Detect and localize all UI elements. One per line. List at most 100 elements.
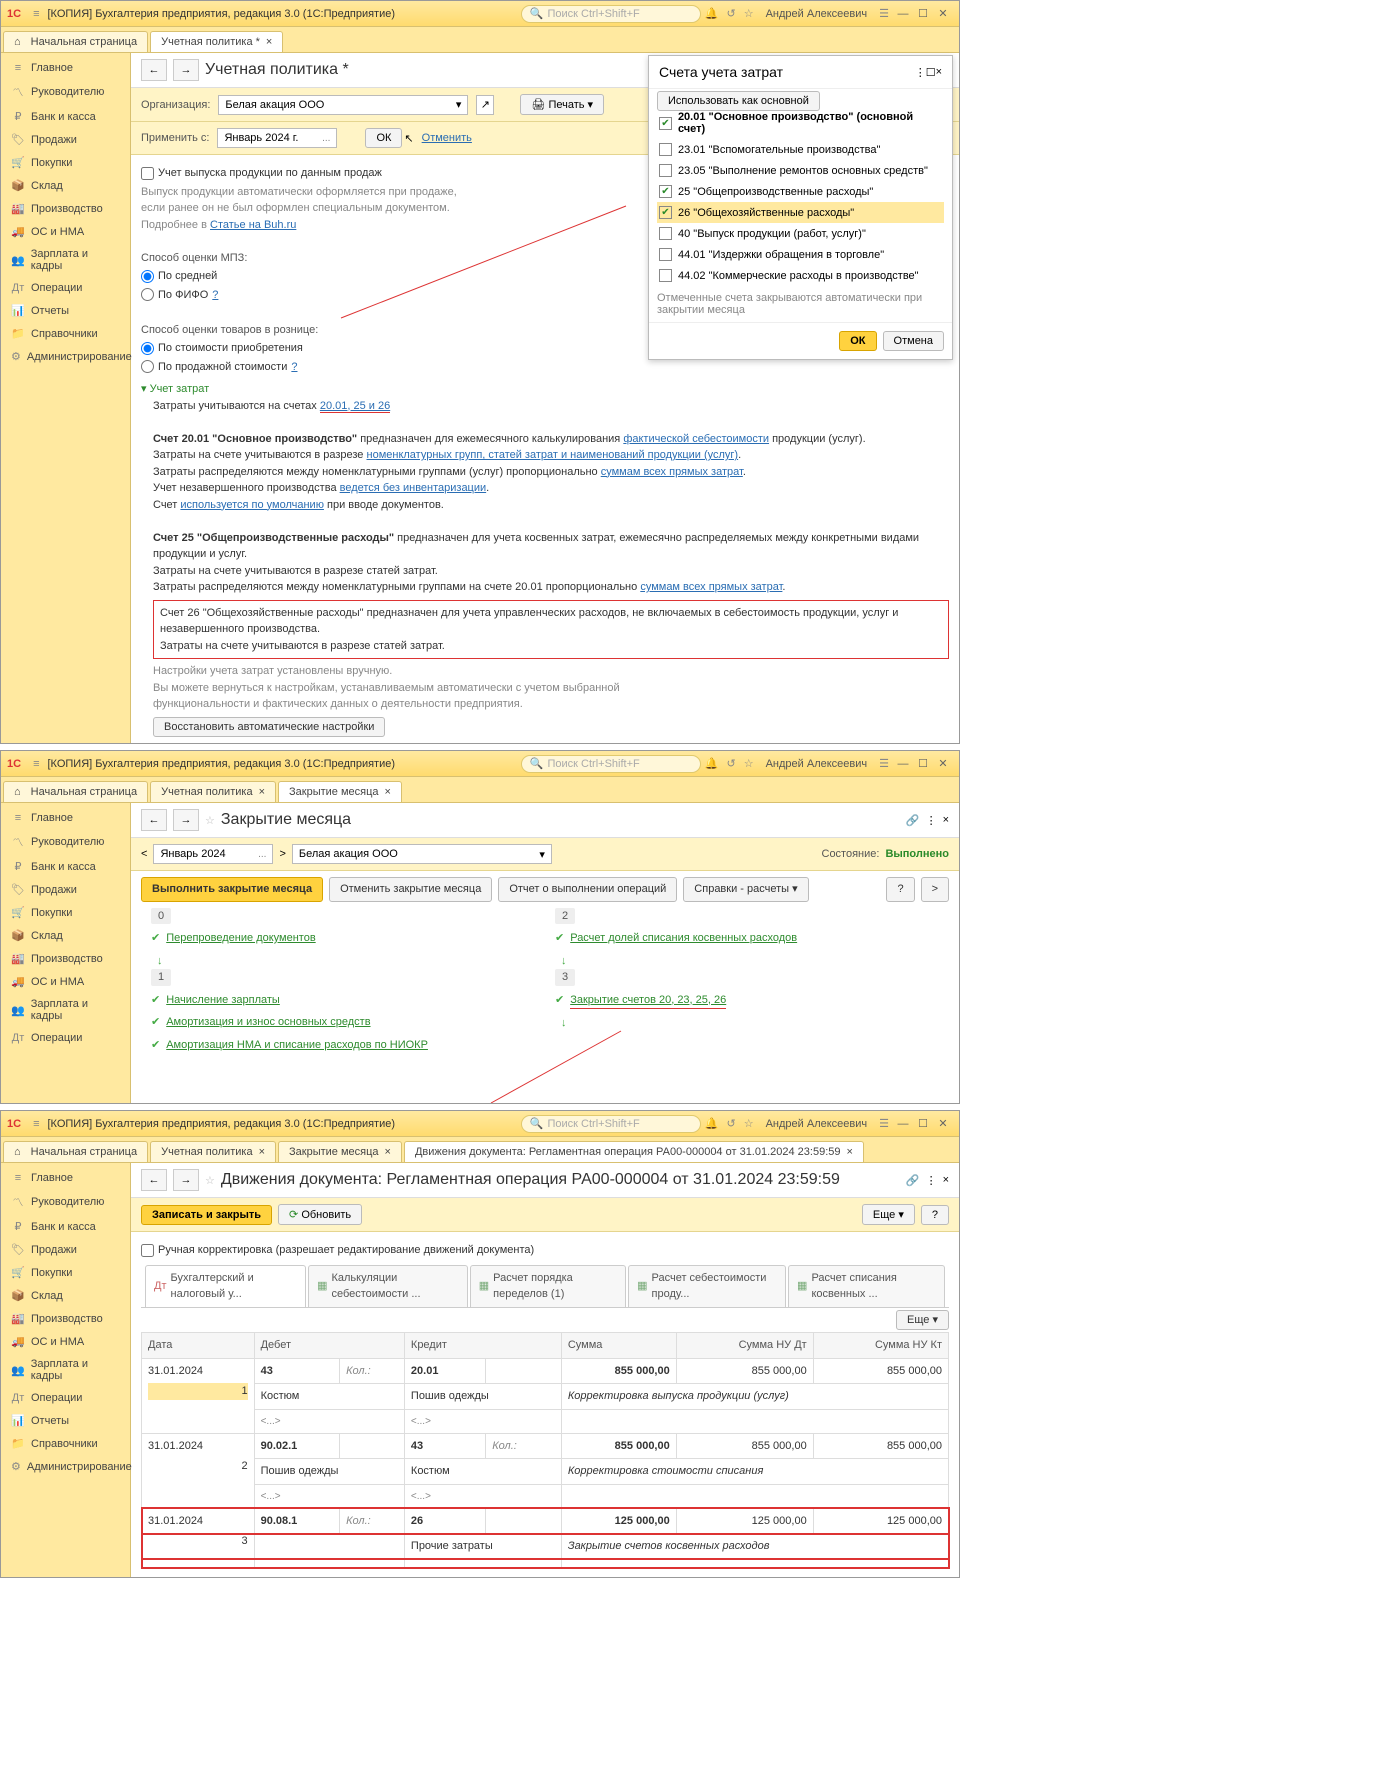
run-close-button[interactable]: Выполнить закрытие месяца — [141, 877, 323, 902]
star-icon[interactable]: ☆ — [205, 1174, 215, 1187]
menu-icon[interactable]: ≡ — [33, 1118, 39, 1130]
op-repost-docs[interactable]: Перепроведение документов — [166, 930, 315, 947]
next-month-button[interactable]: > — [279, 848, 285, 860]
sidebar-item[interactable]: 🏭Производство — [1, 1307, 130, 1330]
op-indirect-shares[interactable]: Расчет долей списания косвенных расходов — [570, 930, 797, 947]
sidebar-item[interactable]: 🚚ОС и НМА — [1, 970, 130, 993]
sidebar-item[interactable]: ≡Главное — [1, 807, 130, 829]
help-q-button[interactable]: ? — [886, 877, 914, 902]
account-checkbox[interactable]: 44.02 "Коммерческие расходы в производст… — [657, 265, 944, 286]
cost-section-header[interactable]: ▾ Учет затрат — [141, 381, 949, 398]
use-as-main-button[interactable]: Использовать как основной — [657, 91, 820, 111]
sidebar-item-reports[interactable]: 📊Отчеты — [1, 299, 130, 322]
help-button[interactable]: ? — [921, 1205, 949, 1225]
save-close-button[interactable]: Записать и закрыть — [141, 1205, 272, 1225]
sidebar-item[interactable]: 〽Руководителю — [1, 1189, 130, 1215]
sidebar-item-purchases[interactable]: 🛒Покупки — [1, 151, 130, 174]
tab-doc-moves[interactable]: Движения документа: Регламентная операци… — [404, 1141, 864, 1162]
subtab-order[interactable]: ▦Расчет порядка переделов (1) — [470, 1265, 626, 1307]
sidebar-item-refs[interactable]: 📁Справочники — [1, 322, 130, 345]
restore-auto-button[interactable]: Восстановить автоматические настройки — [153, 717, 385, 737]
popup-ok-button[interactable]: ОК — [839, 331, 876, 351]
sidebar-item[interactable]: 🛒Покупки — [1, 1261, 130, 1284]
kebab-icon[interactable]: ⋮ — [926, 814, 937, 827]
global-search[interactable]: 🔍Поиск Ctrl+Shift+F — [521, 1115, 701, 1133]
period-field[interactable]: Январь 2024... — [153, 844, 273, 864]
close-icon[interactable]: × — [385, 786, 391, 798]
op-depr-os[interactable]: Амортизация и износ основных средств — [166, 1014, 370, 1031]
cancel-link[interactable]: Отменить — [422, 132, 472, 144]
close-page-icon[interactable]: × — [943, 814, 949, 826]
star-icon[interactable]: ☆ — [205, 814, 215, 827]
back-button[interactable]: ← — [141, 1169, 167, 1191]
op-depr-nma[interactable]: Амортизация НМА и списание расходов по Н… — [166, 1037, 428, 1054]
subtab-accounting[interactable]: ДтБухгалтерский и налоговый у... — [145, 1265, 306, 1307]
op-close-accounts[interactable]: Закрытие счетов 20, 23, 25, 26 — [570, 992, 726, 1010]
subtab-cost[interactable]: ▦Расчет себестоимости проду... — [628, 1265, 786, 1307]
sidebar-item[interactable]: 📦Склад — [1, 924, 130, 947]
dropdown-icon[interactable]: ▾ — [456, 98, 462, 111]
dropdown-icon[interactable]: ▾ — [539, 848, 545, 861]
global-search[interactable]: 🔍 Поиск Ctrl+Shift+F — [521, 5, 701, 23]
sidebar-item[interactable]: 📁Справочники — [1, 1432, 130, 1455]
print-button[interactable]: 🖨 Печать ▾ — [520, 94, 604, 115]
star-icon[interactable]: ☆ — [744, 1117, 754, 1130]
posting-row[interactable]: 31.01.2024290.02.143Кол.:855 000,00855 0… — [142, 1433, 949, 1459]
sidebar-item-production[interactable]: 🏭Производство — [1, 197, 130, 220]
sidebar-item[interactable]: ДтОперации — [1, 1387, 130, 1409]
manual-edit-checkbox[interactable]: Ручная корректировка (разрешает редактир… — [141, 1242, 949, 1259]
sidebar-item[interactable]: 🚚ОС и НМА — [1, 1330, 130, 1353]
back-button[interactable]: ← — [141, 59, 167, 81]
sidebar-item-operations[interactable]: ДтОперации — [1, 277, 130, 299]
op-salary[interactable]: Начисление зарплаты — [166, 992, 280, 1009]
menu-icon[interactable]: ≡ — [33, 758, 39, 770]
bell-icon[interactable]: 🔔 — [705, 1117, 719, 1130]
account-checkbox[interactable]: ✔25 "Общепроизводственные расходы" — [657, 181, 944, 202]
sidebar-item-warehouse[interactable]: 📦Склад — [1, 174, 130, 197]
tab-month-close[interactable]: Закрытие месяца× — [278, 1141, 402, 1162]
maximize-icon[interactable]: ☐ — [926, 66, 936, 79]
account-checkbox[interactable]: 23.01 "Вспомогательные производства" — [657, 139, 944, 160]
subtab-calc[interactable]: ▦Калькуляции себестоимости ... — [308, 1265, 468, 1307]
report-button[interactable]: Отчет о выполнении операций — [498, 877, 677, 902]
tab-home[interactable]: ⌂Начальная страница — [3, 1141, 148, 1162]
more-button[interactable]: Еще ▾ — [896, 1310, 949, 1330]
sidebar-item[interactable]: 🏷Продажи — [1, 878, 130, 901]
tab-accounting-policy[interactable]: Учетная политика *× — [150, 31, 283, 52]
next-button[interactable]: > — [921, 877, 949, 902]
ok-button[interactable]: ОК — [365, 128, 402, 148]
sidebar-item[interactable]: 📦Склад — [1, 1284, 130, 1307]
sidebar-item-hr[interactable]: 👥Зарплата и кадры — [1, 243, 130, 277]
bell-icon[interactable]: 🔔 — [705, 7, 719, 20]
back-button[interactable]: ← — [141, 809, 167, 831]
buhru-link[interactable]: Статье на Buh.ru — [210, 219, 296, 231]
apply-period-field[interactable]: Январь 2024 г.... — [217, 128, 337, 148]
star-icon[interactable]: ☆ — [744, 757, 754, 770]
sidebar-item[interactable]: ≡Главное — [1, 1167, 130, 1189]
org-field[interactable]: Белая акация ООО▾ — [292, 844, 552, 864]
subtab-indirect[interactable]: ▦Расчет списания косвенных ... — [788, 1265, 945, 1307]
tab-accounting-policy[interactable]: Учетная политика× — [150, 781, 276, 802]
kebab-icon[interactable]: ⋮ — [926, 1174, 937, 1187]
help-button[interactable]: Справки - расчеты ▾ — [683, 877, 808, 902]
link-icon[interactable]: 🔗 — [906, 814, 920, 827]
close-page-icon[interactable]: × — [943, 1174, 949, 1186]
sidebar-item-admin[interactable]: ⚙Администрирование — [1, 345, 130, 368]
kebab-icon[interactable]: ⋮ — [915, 66, 926, 79]
account-checkbox[interactable]: ✔20.01 "Основное производство" (основной… — [657, 107, 944, 139]
sidebar-item[interactable]: 📊Отчеты — [1, 1409, 130, 1432]
tab-home[interactable]: ⌂Начальная страница — [3, 31, 148, 52]
account-checkbox[interactable]: ✔26 "Общехозяйственные расходы" — [657, 202, 944, 223]
sidebar-item[interactable]: 🏭Производство — [1, 947, 130, 970]
posting-row[interactable]: 31.01.2024390.08.1Кол.:26125 000,00125 0… — [142, 1508, 949, 1534]
user-name[interactable]: Андрей Алексеевич — [766, 8, 868, 20]
window-controls[interactable]: —☐✕ — [893, 7, 953, 20]
fwd-button[interactable]: → — [173, 809, 199, 831]
sidebar-item-sales[interactable]: 🏷Продажи — [1, 128, 130, 151]
org-field[interactable]: Белая акация ООО▾ — [218, 95, 468, 115]
account-checkbox[interactable]: 23.05 "Выполнение ремонтов основных сред… — [657, 160, 944, 181]
tab-home[interactable]: ⌂Начальная страница — [3, 781, 148, 802]
menu-icon[interactable]: ≡ — [33, 8, 39, 20]
sidebar-item[interactable]: 👥Зарплата и кадры — [1, 993, 130, 1027]
refresh-button[interactable]: ⟳ Обновить — [278, 1204, 362, 1225]
